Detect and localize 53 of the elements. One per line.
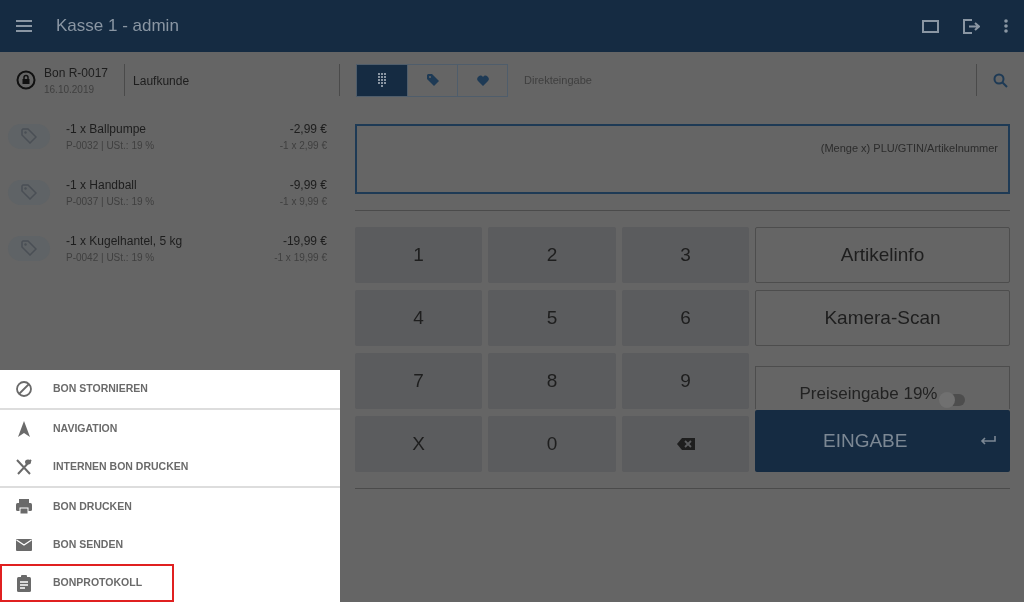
keypad-icon: [378, 73, 386, 87]
heart-icon: [476, 74, 489, 86]
item-total: -19,99 €: [281, 232, 327, 250]
enter-button[interactable]: EINGABE: [755, 410, 1010, 472]
keypad-key[interactable]: 2: [488, 227, 616, 283]
printer-icon: [15, 498, 33, 516]
navigation-arrow-icon: [15, 420, 33, 438]
logout-icon[interactable]: [963, 18, 980, 34]
keypad-key[interactable]: X: [355, 416, 482, 472]
mail-icon: [15, 536, 33, 554]
keypad-key[interactable]: 6: [622, 290, 749, 346]
item-total: -9,99 €: [288, 176, 327, 194]
customer-name[interactable]: Laufkunde: [133, 74, 190, 88]
price-entry-label: Preiseingabe 19%: [799, 382, 938, 405]
keypad-key[interactable]: 4: [355, 290, 482, 346]
keypad-key[interactable]: 8: [488, 353, 616, 409]
menu-item[interactable]: BON SENDEN: [0, 526, 340, 564]
menu-item[interactable]: BON STORNIEREN: [0, 370, 340, 408]
keypad-key[interactable]: 3: [622, 227, 749, 283]
cutlery-icon: [15, 458, 33, 476]
lock-icon: [16, 70, 36, 90]
block-icon: [15, 380, 33, 398]
tag-button[interactable]: [8, 235, 50, 261]
keypad-key[interactable]: 1: [355, 227, 482, 283]
clipboard-icon: [15, 574, 33, 592]
menu-item[interactable]: BON DRUCKEN: [0, 488, 340, 526]
side-button[interactable]: Kamera-Scan: [755, 290, 1010, 346]
menu-item[interactable]: BONPROTOKOLL: [0, 564, 174, 602]
keypad-key[interactable]: 7: [355, 353, 482, 409]
keypad-key[interactable]: 5: [488, 290, 616, 346]
side-button[interactable]: Artikelinfo: [755, 227, 1010, 283]
receipt-number: Bon R-0017: [44, 64, 109, 82]
search-icon[interactable]: [993, 72, 1008, 88]
window-icon[interactable]: [922, 19, 939, 33]
item-name: -1 x Ballpumpe: [66, 120, 148, 138]
item-name: -1 x Handball: [66, 176, 138, 194]
tag-button[interactable]: [8, 179, 50, 205]
backspace-icon: [676, 438, 695, 450]
tag-button[interactable]: [8, 123, 50, 149]
keypad-key[interactable]: 0: [488, 416, 616, 472]
tag-icon: [426, 74, 439, 86]
menu-icon[interactable]: [16, 20, 32, 32]
backspace-key[interactable]: [622, 416, 749, 472]
menu-item[interactable]: INTERNEN BON DRUCKEN: [0, 448, 340, 486]
app-title: Kasse 1 - admin: [56, 15, 179, 38]
more-icon[interactable]: [1004, 19, 1008, 33]
enter-icon: [980, 436, 996, 446]
input-tab[interactable]: [357, 64, 407, 96]
toggle-switch[interactable]: [941, 394, 966, 406]
menu-item[interactable]: NAVIGATION: [0, 410, 340, 448]
item-total: -2,99 €: [288, 120, 327, 138]
keypad-key[interactable]: 9: [622, 353, 749, 409]
item-name: -1 x Kugelhantel, 5 kg: [66, 232, 184, 250]
